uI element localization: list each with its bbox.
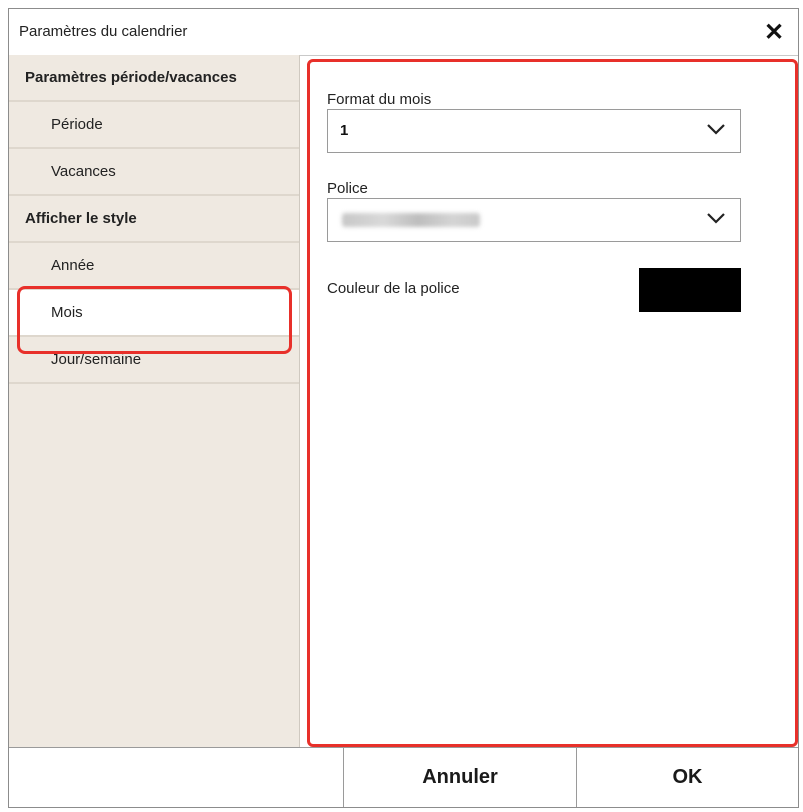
font-value-obscured xyxy=(342,213,480,227)
sidebar-item-label: Année xyxy=(51,257,95,274)
dialog-footer: Annuler OK xyxy=(9,747,798,807)
sidebar-item-label: Afficher le style xyxy=(25,210,137,227)
calendar-settings-dialog: Paramètres du calendrier ✕ Paramètres pé… xyxy=(8,8,799,808)
dialog-title: Paramètres du calendrier xyxy=(19,23,188,40)
font-label: Police xyxy=(327,180,368,197)
font-select[interactable] xyxy=(327,198,741,242)
sidebar-item-period-holidays[interactable]: Paramètres période/vacances xyxy=(9,55,299,102)
month-format-label: Format du mois xyxy=(327,91,432,108)
sidebar-item-period[interactable]: Période xyxy=(9,102,299,149)
sidebar-item-display-style[interactable]: Afficher le style xyxy=(9,196,299,243)
sidebar-item-year[interactable]: Année xyxy=(9,243,299,290)
sidebar-item-day-week[interactable]: Jour/semaine xyxy=(9,337,299,384)
close-icon: ✕ xyxy=(763,18,785,46)
month-format-value: 1 xyxy=(340,122,349,139)
font-color-label: Couleur de la police xyxy=(327,280,460,297)
footer-spacer xyxy=(9,748,344,807)
sidebar-item-label: Paramètres période/vacances xyxy=(25,69,237,86)
ok-button[interactable]: OK xyxy=(577,748,798,807)
sidebar-item-label: Jour/semaine xyxy=(51,351,142,368)
sidebar-item-holidays[interactable]: Vacances xyxy=(9,149,299,196)
sidebar-item-label: Vacances xyxy=(51,163,116,180)
sidebar-item-label: Mois xyxy=(51,304,83,321)
month-settings-panel: Format du mois 1 Police Couleur de la po… xyxy=(307,59,798,747)
chevron-down-icon xyxy=(707,213,725,224)
chevron-down-icon xyxy=(707,124,725,135)
month-format-select[interactable]: 1 xyxy=(327,109,741,153)
close-button[interactable]: ✕ xyxy=(760,18,788,46)
cancel-button[interactable]: Annuler xyxy=(344,748,577,807)
sidebar: Paramètres période/vacances Période Vaca… xyxy=(9,55,300,749)
font-color-swatch[interactable] xyxy=(639,268,741,312)
sidebar-item-month[interactable]: Mois xyxy=(9,290,299,337)
title-bar: Paramètres du calendrier ✕ xyxy=(9,9,798,56)
sidebar-item-label: Période xyxy=(51,116,103,133)
